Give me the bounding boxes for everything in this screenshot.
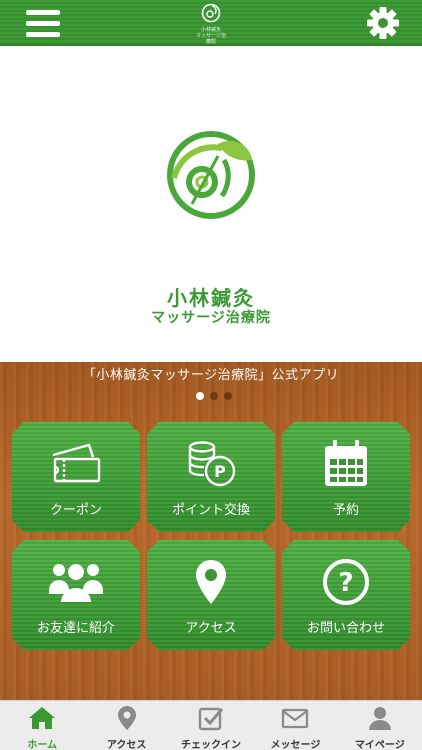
tab-checkin-label: チェックイン	[181, 740, 242, 750]
home-icon	[29, 707, 56, 729]
invite-friends-label: お友達に紹介	[36, 621, 115, 636]
contact-button[interactable]: ? お問い合わせ	[282, 540, 410, 650]
clinic-logo-icon	[167, 131, 255, 219]
page-dot-1[interactable]	[196, 392, 204, 400]
page-indicator[interactable]	[196, 392, 232, 400]
tab-access-label: アクセス	[106, 740, 147, 750]
checkin-icon	[198, 707, 224, 731]
hamburger-icon[interactable]	[26, 10, 60, 38]
tab-access[interactable]: アクセス	[84, 701, 168, 750]
tab-message-label: メッセージ	[270, 740, 321, 750]
point-coins-icon: P	[188, 441, 236, 487]
map-pin-icon	[117, 706, 136, 730]
tab-message[interactable]: メッセージ	[253, 701, 337, 750]
calendar-icon	[325, 440, 367, 486]
contact-label: お問い合わせ	[306, 621, 385, 636]
logo-area: 小林鍼灸 マッサージ治療院	[0, 48, 422, 362]
tab-mypage-label: マイページ	[354, 740, 405, 750]
header-logo-icon	[201, 3, 221, 23]
page-dot-3[interactable]	[224, 392, 232, 400]
brand-subtitle: マッサージ治療院	[151, 310, 271, 326]
svg-text:P: P	[214, 462, 226, 481]
app-header: 小林鍼灸 マッサージ治療院	[0, 0, 422, 46]
bottom-tab-bar: ホーム アクセス チェックイン メッセージ マイページ	[0, 700, 422, 750]
question-icon: ?	[323, 559, 369, 605]
menu-area: 「小林鍼灸マッサージ治療院」公式アプリ クーポン P ポイント交換 予約 お友達…	[0, 362, 422, 700]
tab-checkin[interactable]: チェックイン	[169, 701, 253, 750]
tab-home[interactable]: ホーム	[0, 701, 84, 750]
ticket-icon	[52, 443, 101, 483]
group-icon	[49, 564, 103, 602]
points-button[interactable]: P ポイント交換	[147, 422, 275, 532]
coupon-button[interactable]: クーポン	[12, 422, 140, 532]
tab-mypage[interactable]: マイページ	[338, 701, 422, 750]
invite-friends-button[interactable]: お友達に紹介	[12, 540, 140, 650]
header-logo: 小林鍼灸 マッサージ治療院	[196, 3, 226, 45]
svg-text:?: ?	[338, 568, 353, 598]
reservation-button[interactable]: 予約	[282, 422, 410, 532]
header-logo-line2: マッサージ治療院	[196, 33, 226, 45]
user-icon	[368, 707, 391, 730]
banner-caption: 「小林鍼灸マッサージ治療院」公式アプリ	[82, 368, 340, 383]
envelope-icon	[282, 708, 309, 729]
access-label: アクセス	[185, 621, 237, 636]
tab-home-label: ホーム	[27, 740, 58, 750]
access-button[interactable]: アクセス	[147, 540, 275, 650]
points-label: ポイント交換	[171, 503, 250, 518]
gear-icon[interactable]	[366, 6, 400, 40]
map-pin-icon	[196, 560, 226, 604]
reservation-label: 予約	[332, 503, 359, 518]
page-dot-2[interactable]	[210, 392, 218, 400]
coupon-label: クーポン	[49, 503, 102, 518]
